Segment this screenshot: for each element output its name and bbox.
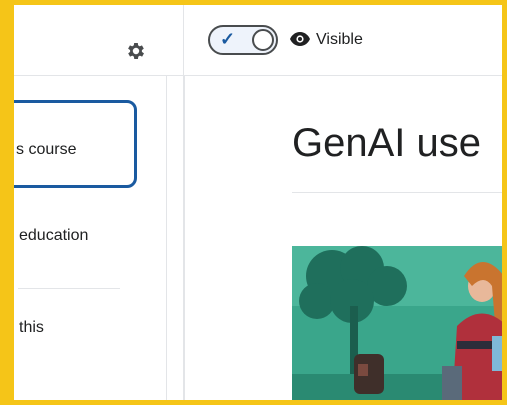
nav-divider [18, 288, 120, 289]
nav-header [0, 0, 183, 76]
toggle-knob [252, 29, 274, 51]
hero-illustration [292, 246, 507, 405]
title-divider [292, 192, 507, 193]
navigation-panel: s course education this [0, 0, 184, 405]
nav-scrollbar[interactable] [166, 76, 167, 405]
content-divider [184, 76, 185, 405]
gear-icon[interactable] [125, 40, 147, 62]
nav-item-course[interactable]: s course [0, 100, 137, 188]
top-bar: ✓ Visible [184, 0, 507, 76]
page-title: GenAI use [292, 121, 482, 165]
nav-item-label: this [19, 319, 44, 336]
checkmark-icon: ✓ [220, 29, 236, 49]
nav-item-label: s course [16, 141, 77, 158]
visibility-label: Visible [316, 31, 363, 48]
visibility-toggle[interactable]: ✓ [208, 25, 278, 55]
nav-item-label: education [19, 227, 89, 244]
eye-icon [290, 32, 310, 46]
hero-image [292, 246, 507, 405]
main-content: GenAI use [184, 76, 507, 405]
